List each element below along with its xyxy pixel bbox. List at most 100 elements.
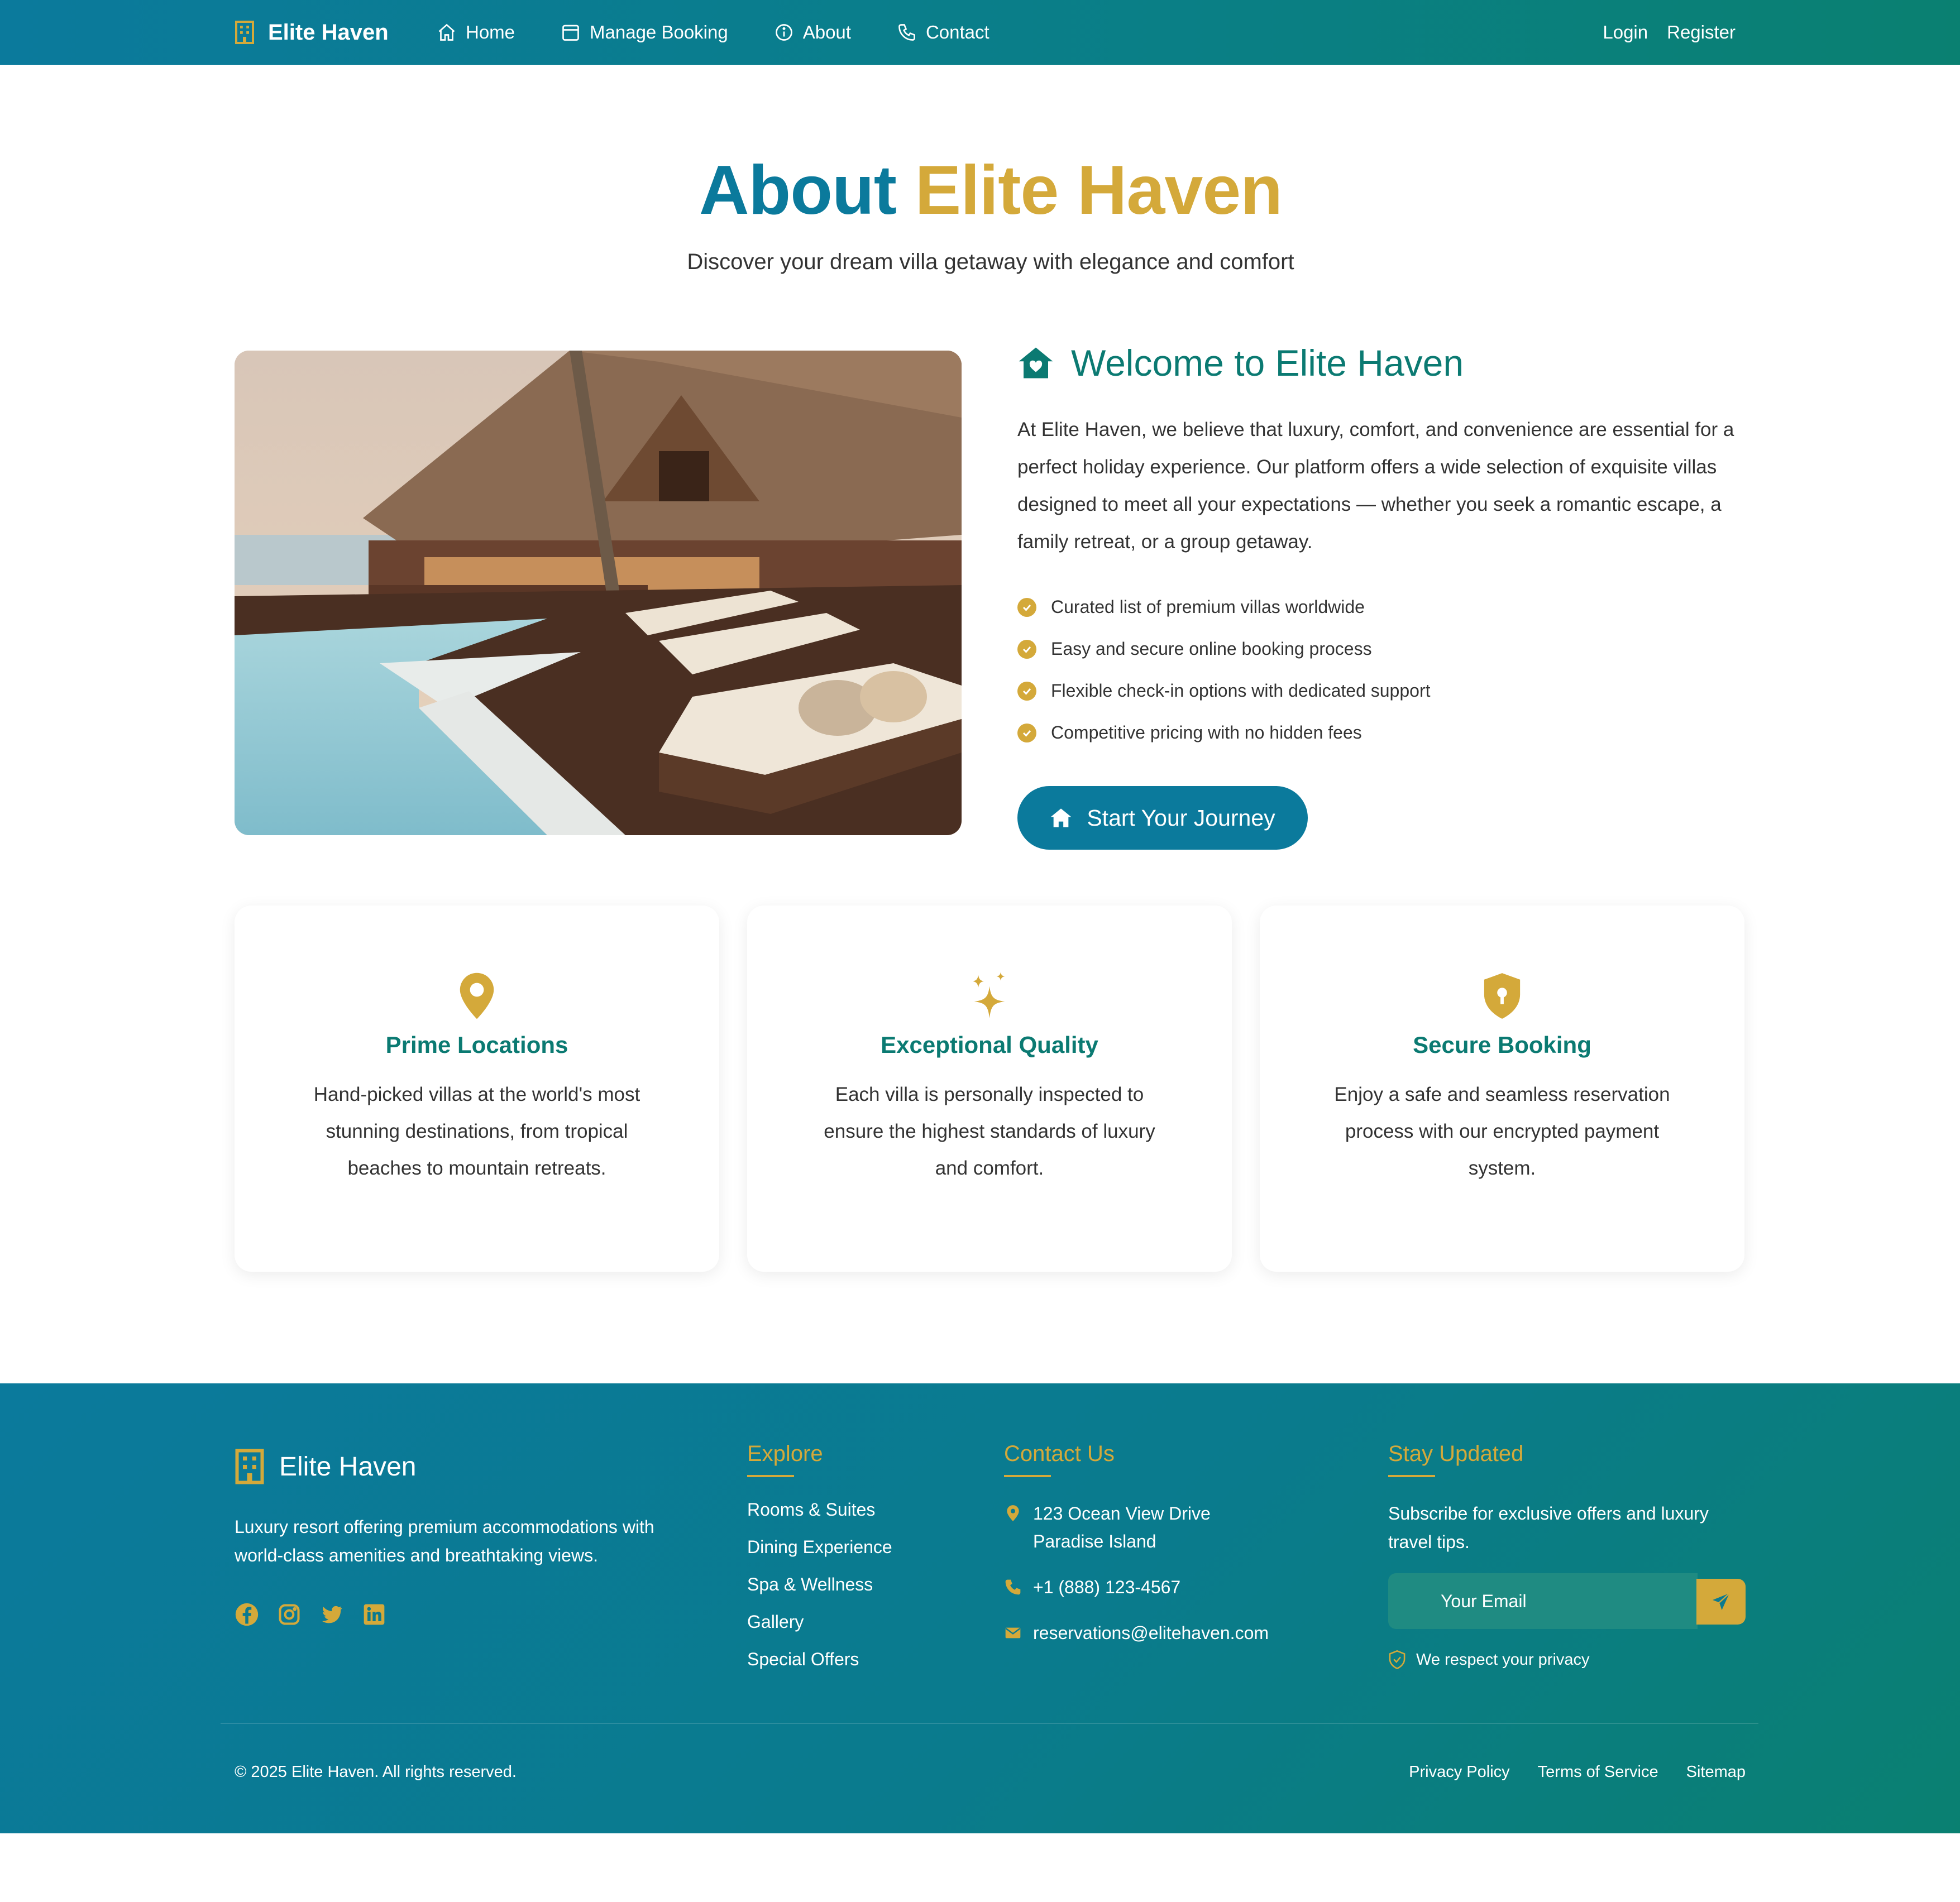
nav-link-label: Manage Booking xyxy=(590,22,728,42)
check-circle-icon xyxy=(1017,681,1036,701)
footer: Elite Haven Luxury resort offering premi… xyxy=(0,1383,1960,1833)
footer-link-gallery[interactable]: Gallery xyxy=(747,1612,892,1649)
newsletter-submit-button[interactable] xyxy=(1696,1579,1746,1625)
footer-link-offers[interactable]: Special Offers xyxy=(747,1649,892,1687)
footer-brand-name: Elite Haven xyxy=(279,1451,417,1482)
linkedin-icon[interactable] xyxy=(362,1602,386,1627)
phone-icon xyxy=(898,24,915,41)
map-pin-icon xyxy=(1007,1505,1019,1521)
navbar: Elite Haven Home Manage Booking About Co… xyxy=(0,0,1960,65)
footer-bottom-links: Privacy Policy Terms of Service Sitemap xyxy=(1409,1763,1746,1781)
brand-name: Elite Haven xyxy=(268,20,389,45)
contact-title: Contact Us xyxy=(1004,1441,1115,1477)
footer-link-dining[interactable]: Dining Experience xyxy=(747,1537,892,1574)
envelope-icon xyxy=(1005,1627,1021,1639)
feature-text: Flexible check-in options with dedicated… xyxy=(1051,681,1431,701)
facebook-icon[interactable] xyxy=(235,1602,259,1627)
home-solid-icon xyxy=(1050,808,1072,827)
nav-link-home[interactable]: Home xyxy=(437,22,515,43)
explore-title: Explore xyxy=(747,1441,823,1477)
footer-description: Luxury resort offering premium accommoda… xyxy=(235,1517,654,1565)
card-title: Exceptional Quality xyxy=(881,1032,1098,1058)
phone-icon xyxy=(1005,1579,1021,1595)
contact-info: 123 Ocean View Drive Paradise Island +1 … xyxy=(1004,1499,1269,1665)
check-circle-icon xyxy=(1017,597,1036,617)
calendar-icon xyxy=(562,25,579,41)
check-circle-icon xyxy=(1017,723,1036,742)
villa-photo xyxy=(235,351,962,835)
contact-email: reservations@elitehaven.com xyxy=(1004,1619,1269,1647)
card-text: Hand-picked villas at the world's most s… xyxy=(313,1084,640,1179)
privacy-text: We respect your privacy xyxy=(1416,1650,1590,1669)
nav-link-contact[interactable]: Contact xyxy=(897,22,989,43)
privacy-note: We respect your privacy xyxy=(1388,1650,1590,1669)
login-link[interactable]: Login xyxy=(1603,22,1648,43)
feature-item: Competitive pricing with no hidden fees xyxy=(1017,712,1430,754)
page-title: About Elite Haven xyxy=(0,151,1960,230)
shield-check-icon xyxy=(1389,1650,1406,1669)
welcome-title: Welcome to Elite Haven xyxy=(1071,342,1464,384)
explore-links: Rooms & Suites Dining Experience Spa & W… xyxy=(747,1499,892,1687)
feature-text: Curated list of premium villas worldwide xyxy=(1051,597,1365,617)
page-title-part1: About xyxy=(699,152,897,229)
feature-card-prime-locations: Prime Locations Hand-picked villas at th… xyxy=(235,906,719,1272)
card-title: Prime Locations xyxy=(385,1032,568,1058)
feature-card-exceptional-quality: Exceptional Quality Each villa is person… xyxy=(747,906,1232,1272)
card-title: Secure Booking xyxy=(1413,1032,1591,1058)
start-journey-label: Start Your Journey xyxy=(1087,804,1275,831)
sitemap-link[interactable]: Sitemap xyxy=(1686,1763,1746,1781)
footer-link-spa[interactable]: Spa & Wellness xyxy=(747,1574,892,1612)
nav-link-label: Home xyxy=(466,22,515,42)
check-circle-icon xyxy=(1017,639,1036,659)
updates-text: Subscribe for exclusive offers and luxur… xyxy=(1388,1503,1709,1552)
home-icon xyxy=(438,23,455,41)
copyright: © 2025 Elite Haven. All rights reserved. xyxy=(235,1763,517,1781)
nav-link-about[interactable]: About xyxy=(774,22,851,43)
shield-lock-icon xyxy=(1484,973,1521,1019)
contact-address: 123 Ocean View Drive Paradise Island xyxy=(1004,1499,1269,1555)
sparkles-icon xyxy=(973,972,1005,1018)
twitter-icon[interactable] xyxy=(319,1602,344,1627)
nav-brand[interactable]: Elite Haven xyxy=(235,0,389,65)
feature-text: Easy and secure online booking process xyxy=(1051,639,1372,659)
feature-card-secure-booking: Secure Booking Enjoy a safe and seamless… xyxy=(1260,906,1744,1272)
feature-item: Flexible check-in options with dedicated… xyxy=(1017,670,1430,712)
start-journey-button[interactable]: Start Your Journey xyxy=(1017,786,1308,850)
welcome-heading: Welcome to Elite Haven xyxy=(1017,341,1464,385)
building-icon xyxy=(235,21,254,44)
social-links xyxy=(235,1602,386,1627)
footer-link-rooms[interactable]: Rooms & Suites xyxy=(747,1499,892,1537)
page-title-part2: Elite Haven xyxy=(915,152,1283,229)
contact-phone: +1 (888) 123-4567 xyxy=(1004,1573,1269,1601)
footer-divider xyxy=(221,1723,1758,1724)
building-icon xyxy=(235,1449,264,1484)
card-text: Each villa is personally inspected to en… xyxy=(824,1084,1155,1179)
phone-number[interactable]: +1 (888) 123-4567 xyxy=(1033,1573,1180,1601)
updates-title: Stay Updated xyxy=(1388,1441,1524,1477)
privacy-policy-link[interactable]: Privacy Policy xyxy=(1409,1763,1510,1781)
nav-link-label: Contact xyxy=(925,22,989,42)
feature-list: Curated list of premium villas worldwide… xyxy=(1017,586,1430,754)
nav-link-manage-booking[interactable]: Manage Booking xyxy=(561,22,728,43)
nav-links: Home Manage Booking About Contact xyxy=(437,0,1035,65)
address-line-2: Paradise Island xyxy=(1033,1531,1156,1551)
map-pin-icon xyxy=(460,972,494,1019)
nav-auth: Login Register xyxy=(1603,0,1736,65)
card-text: Enjoy a safe and seamless reservation pr… xyxy=(1334,1084,1670,1179)
nav-link-label: About xyxy=(802,22,851,42)
house-heart-icon xyxy=(1019,347,1053,379)
page-subtitle: Discover your dream villa getaway with e… xyxy=(687,250,1294,274)
address-line-1: 123 Ocean View Drive xyxy=(1033,1503,1211,1523)
feature-item: Curated list of premium villas worldwide xyxy=(1017,586,1430,628)
instagram-icon[interactable] xyxy=(277,1602,302,1627)
feature-text: Competitive pricing with no hidden fees xyxy=(1051,722,1362,742)
footer-brand[interactable]: Elite Haven xyxy=(235,1447,416,1486)
register-link[interactable]: Register xyxy=(1667,22,1736,43)
feature-item: Easy and secure online booking process xyxy=(1017,628,1430,670)
send-icon xyxy=(1713,1593,1730,1610)
terms-link[interactable]: Terms of Service xyxy=(1538,1763,1658,1781)
newsletter-email-input[interactable]: Your Email xyxy=(1388,1573,1698,1629)
email-address[interactable]: reservations@elitehaven.com xyxy=(1033,1619,1269,1647)
welcome-text: At Elite Haven, we believe that luxury, … xyxy=(1017,419,1734,553)
info-icon xyxy=(775,24,792,41)
